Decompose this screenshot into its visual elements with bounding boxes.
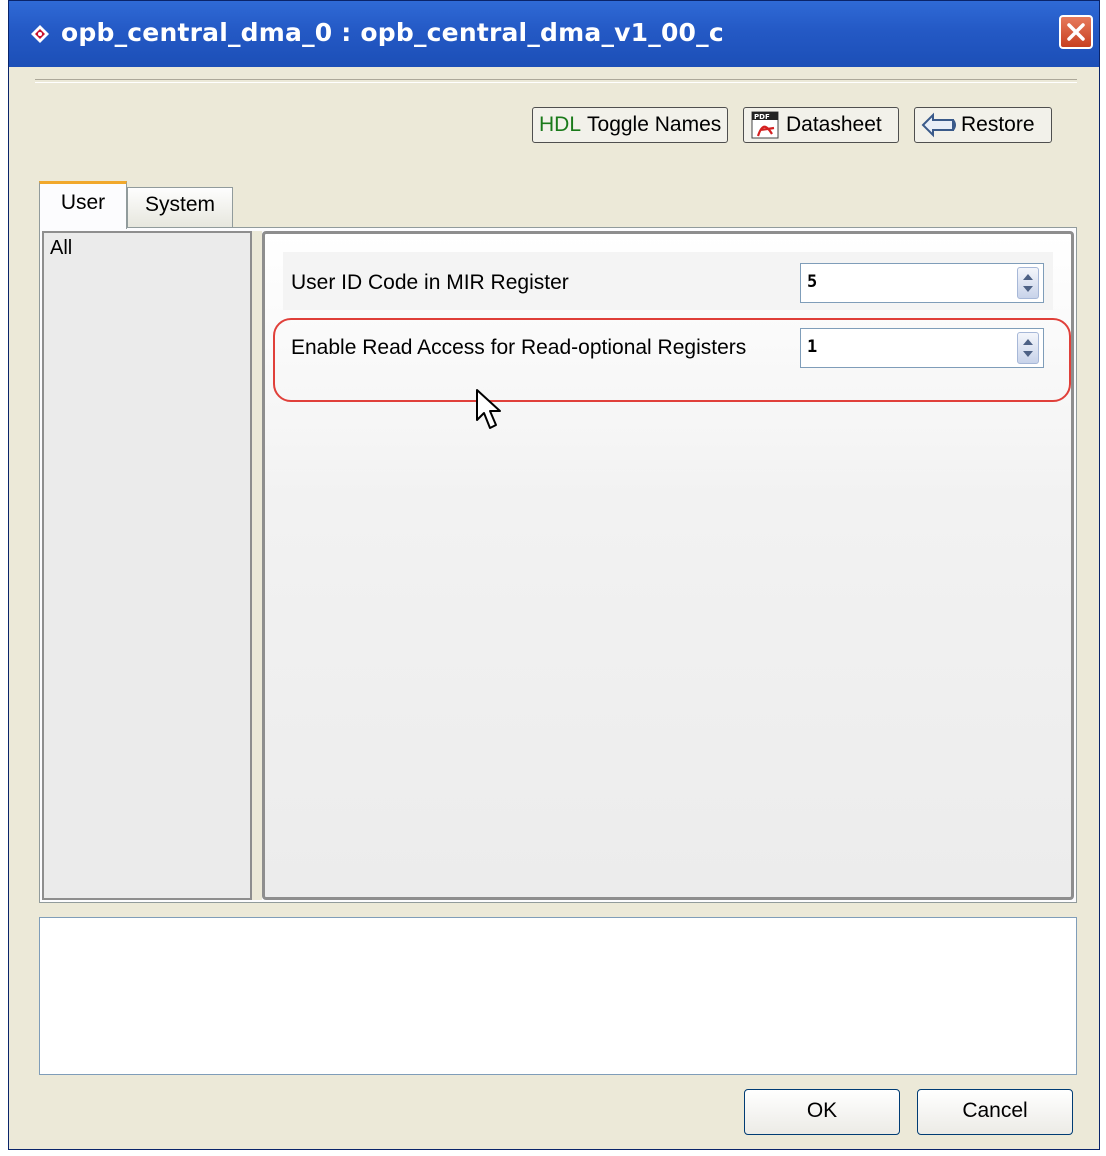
spin-arrows-icon [1023, 339, 1033, 357]
close-button[interactable] [1059, 15, 1093, 49]
mouse-pointer-icon [476, 389, 501, 429]
param-label-enable-read-access: Enable Read Access for Read-optional Reg… [291, 336, 747, 359]
spinner-value: 5 [807, 272, 818, 292]
datasheet-label: Datasheet [786, 113, 882, 136]
cancel-button[interactable]: Cancel [917, 1089, 1073, 1135]
tab-system[interactable]: System [127, 187, 233, 228]
restore-button[interactable]: Restore [914, 107, 1052, 143]
panel-splitter[interactable] [252, 231, 262, 900]
param-label-user-id-code: User ID Code in MIR Register [291, 271, 569, 294]
category-list: All [42, 231, 252, 900]
close-icon [1067, 23, 1085, 41]
user-id-code-spinner[interactable]: 5 [800, 263, 1044, 303]
spin-arrows-icon [1023, 274, 1033, 292]
spin-buttons[interactable] [1017, 267, 1039, 299]
hdl-icon: HDL [539, 113, 582, 136]
title-bar[interactable]: opb_central_dma_0 : opb_central_dma_v1_0… [9, 1, 1099, 67]
ok-button[interactable]: OK [744, 1089, 900, 1135]
enable-read-access-spinner[interactable]: 1 [800, 328, 1044, 368]
restore-icon [921, 112, 956, 138]
toggle-names-label: Toggle Names [587, 113, 722, 136]
toggle-names-button[interactable]: HDL Toggle Names [532, 107, 728, 143]
spin-buttons[interactable] [1017, 332, 1039, 364]
tab-user[interactable]: User [39, 181, 127, 229]
description-area [39, 917, 1077, 1075]
svg-text:PDF: PDF [754, 113, 770, 121]
tab-panel: All User ID Code in MIR Register 5 Enabl… [39, 227, 1077, 903]
category-item-all[interactable]: All [50, 237, 72, 260]
window-title: opb_central_dma_0 : opb_central_dma_v1_0… [61, 18, 724, 47]
dialog-window: opb_central_dma_0 : opb_central_dma_v1_0… [8, 0, 1100, 1150]
datasheet-button[interactable]: PDF Datasheet [743, 107, 899, 143]
restore-label: Restore [961, 113, 1035, 136]
app-icon [31, 25, 49, 43]
parameter-panel: User ID Code in MIR Register 5 Enable Re… [262, 231, 1074, 900]
separator [35, 79, 1077, 83]
pdf-icon: PDF [751, 111, 779, 139]
spinner-value: 1 [807, 337, 818, 357]
